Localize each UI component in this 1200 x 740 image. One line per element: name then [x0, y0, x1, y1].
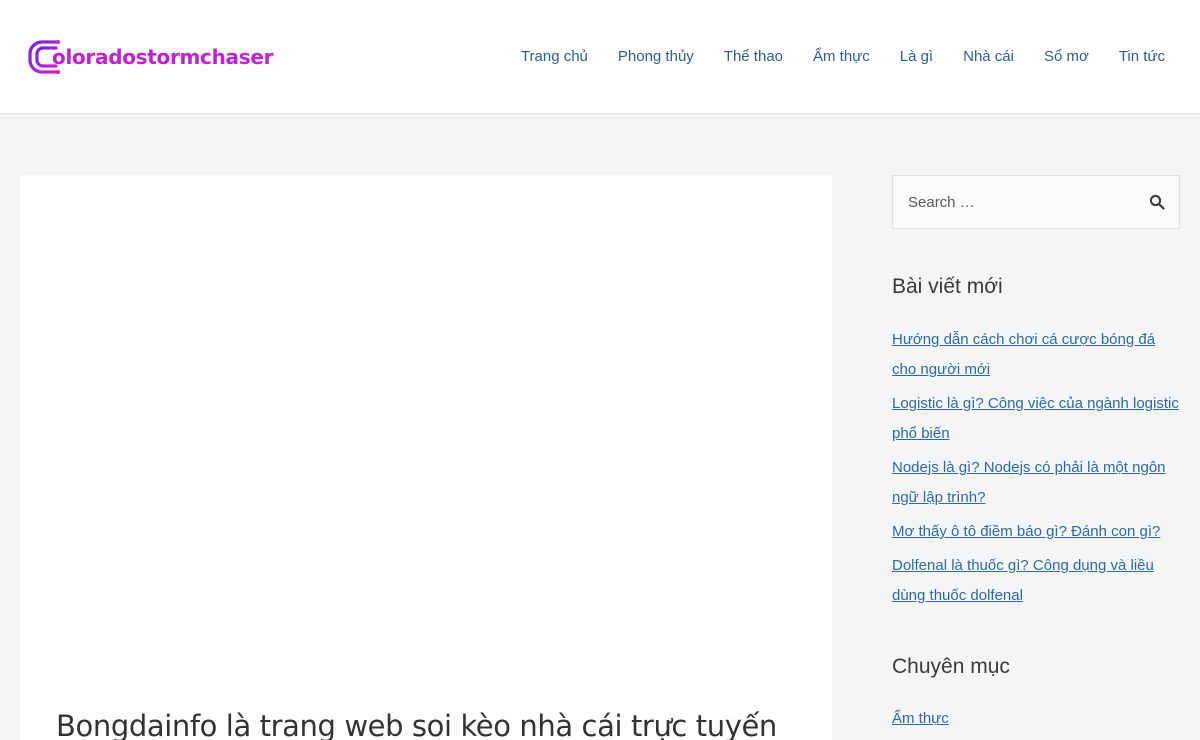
recent-post-link[interactable]: Dolfenal là thuốc gì? Công dụng và liều …: [892, 557, 1154, 604]
recent-post-link[interactable]: Hướng dẫn cách chơi cá cược bóng đá cho …: [892, 331, 1155, 378]
nav-la-gi[interactable]: Là gì: [885, 46, 948, 68]
recent-post-link[interactable]: Logistic là gì? Công việc của ngành logi…: [892, 395, 1179, 442]
list-item: Logistic là gì? Công việc của ngành logi…: [892, 389, 1180, 449]
search-form: [892, 175, 1180, 229]
nav-nha-cai[interactable]: Nhà cái: [948, 46, 1029, 68]
categories-title: Chuyên mục: [892, 655, 1010, 678]
site-header: oloradostormchaser Trang chủ Phong thủy …: [0, 0, 1200, 114]
list-item: Ẩm thực: [892, 705, 949, 733]
nav-the-thao[interactable]: Thể thao: [709, 46, 798, 68]
nav-phong-thuy[interactable]: Phong thủy: [603, 46, 709, 68]
list-item: Hướng dẫn cách chơi cá cược bóng đá cho …: [892, 325, 1180, 385]
article-card: Bongdainfo là trang web soi kèo nhà cái …: [20, 175, 832, 740]
main-nav: Trang chủ Phong thủy Thể thao Ẩm thực Là…: [506, 46, 1180, 68]
recent-post-link[interactable]: Nodejs là gì? Nodejs có phải là một ngôn…: [892, 459, 1166, 506]
search-input[interactable]: [893, 176, 1133, 228]
category-link-am-thuc[interactable]: Ẩm thực: [892, 710, 949, 727]
recent-posts-list: Hướng dẫn cách chơi cá cược bóng đá cho …: [892, 325, 1180, 615]
categories-list: Ẩm thực: [892, 705, 949, 733]
logo-text: oloradostormchaser: [52, 45, 274, 69]
list-item: Mơ thấy ô tô điềm báo gì? Đánh con gì?: [892, 517, 1180, 547]
nav-so-mo[interactable]: Sổ mơ: [1029, 46, 1104, 68]
nav-tin-tuc[interactable]: Tin tức: [1104, 46, 1180, 68]
site-logo[interactable]: oloradostormchaser: [28, 36, 273, 78]
nav-trang-chu[interactable]: Trang chủ: [506, 46, 603, 68]
article-title[interactable]: Bongdainfo là trang web soi kèo nhà cái …: [56, 709, 777, 740]
sidebar: Bài viết mới Hướng dẫn cách chơi cá cược…: [892, 175, 1180, 727]
list-item: Nodejs là gì? Nodejs có phải là một ngôn…: [892, 453, 1180, 513]
recent-post-link[interactable]: Mơ thấy ô tô điềm báo gì? Đánh con gì?: [892, 523, 1160, 540]
logo-mark-icon: [28, 36, 68, 78]
search-icon: [1149, 194, 1165, 210]
nav-am-thuc[interactable]: Ẩm thực: [798, 46, 885, 68]
search-button[interactable]: [1147, 193, 1167, 213]
list-item: Dolfenal là thuốc gì? Công dụng và liều …: [892, 551, 1180, 611]
recent-posts-title: Bài viết mới: [892, 275, 1003, 298]
